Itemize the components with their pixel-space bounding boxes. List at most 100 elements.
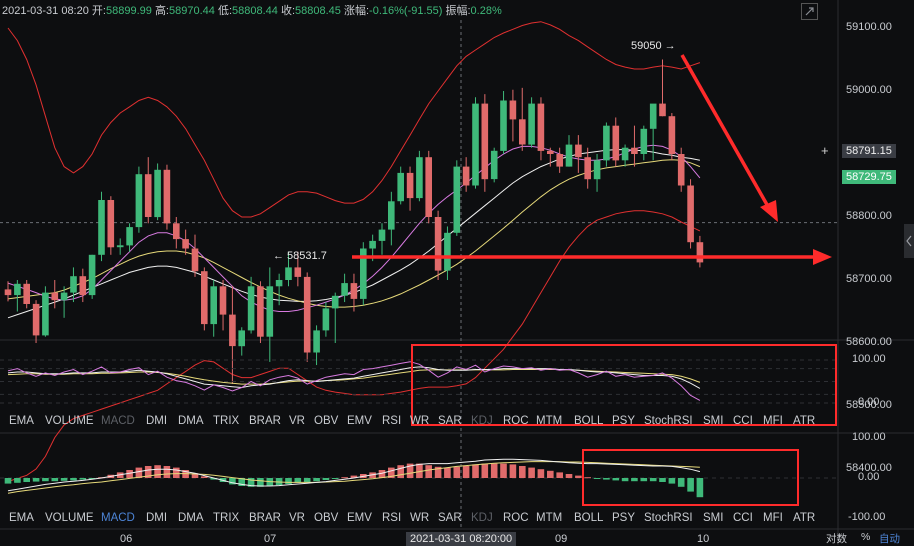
bottom-tab-rsi[interactable]: RSI (382, 512, 401, 524)
info-high: 58970.44 (169, 5, 215, 17)
middle-tab-smi[interactable]: SMI (703, 415, 723, 427)
add-crosshair-icon[interactable]: + (821, 143, 829, 158)
bottom-tab-boll[interactable]: BOLL (574, 512, 603, 524)
middle-tab-atr[interactable]: ATR (793, 415, 815, 427)
macd-hist-bar (303, 478, 311, 482)
middle-tab-obv[interactable]: OBV (314, 415, 338, 427)
bottom-tab-macd[interactable]: MACD (101, 512, 135, 524)
scroll-handle[interactable] (904, 224, 914, 258)
middle-tab-psy[interactable]: PSY (612, 415, 635, 427)
candle-body (659, 103, 666, 117)
fullscreen-icon[interactable] (801, 3, 818, 20)
boll-upper-line (7, 21, 701, 218)
middle-tab-vr[interactable]: VR (289, 415, 305, 427)
macd-hist-bar (32, 478, 40, 482)
middle-tab-rsi[interactable]: RSI (382, 415, 401, 427)
bottom-tab-mtm[interactable]: MTM (536, 512, 562, 524)
macd-hist-bar (51, 478, 59, 482)
candle-body (154, 169, 161, 218)
crosshair-price-tag: 58791.15 (842, 144, 896, 158)
middle-tab-mtm[interactable]: MTM (536, 415, 562, 427)
bottom-tab-dmi[interactable]: DMI (146, 512, 167, 524)
bottom-tab-sar[interactable]: SAR (438, 512, 462, 524)
macd-hist-bar (462, 466, 470, 478)
candle-body (247, 286, 255, 331)
candle-body (79, 276, 87, 296)
macd-hist-bar (285, 478, 292, 484)
bottom-tab-roc[interactable]: ROC (503, 512, 529, 524)
middle-tab-brar[interactable]: BRAR (249, 415, 281, 427)
middle-tab-wr[interactable]: WR (410, 415, 429, 427)
bottom-tab-brar[interactable]: BRAR (249, 512, 281, 524)
middle-tab-ema[interactable]: EMA (9, 415, 34, 427)
info-datetime: 2021-03-31 08:20 (2, 5, 89, 17)
candle-body (144, 174, 152, 217)
candle-body (266, 286, 274, 337)
bottom-tab-trix[interactable]: TRIX (213, 512, 239, 524)
bottom-tab-wr[interactable]: WR (410, 512, 429, 524)
middle-tab-boll[interactable]: BOLL (574, 415, 603, 427)
macd-hist-bar (60, 478, 68, 481)
bottom-tab-cci[interactable]: CCI (733, 512, 753, 524)
time-tick-label: 06 (120, 533, 133, 545)
candle-body (51, 292, 59, 301)
macd-hist-bar (444, 467, 451, 478)
bottom-tab-smi[interactable]: SMI (703, 512, 723, 524)
middle-tab-emv[interactable]: EMV (347, 415, 372, 427)
middle-tab-cci[interactable]: CCI (733, 415, 753, 427)
bottom-tab-dma[interactable]: DMA (178, 512, 204, 524)
candle-body (481, 103, 489, 180)
candle-body (547, 150, 554, 154)
osc-tick-label: 100.00 (852, 353, 886, 365)
macd-hist-bar (4, 478, 12, 484)
middle-tab-kdj[interactable]: KDJ (471, 415, 493, 427)
bottom-tab-psy[interactable]: PSY (612, 512, 635, 524)
bottom-tab-mfi[interactable]: MFI (763, 512, 783, 524)
candle-body (294, 267, 302, 277)
bottom-tab-vr[interactable]: VR (289, 512, 305, 524)
candle-body (257, 286, 264, 337)
candle-body (397, 172, 404, 202)
annotation-box-osc (411, 344, 837, 426)
bottom-tab-stochrsi[interactable]: StochRSI (644, 512, 693, 524)
middle-tab-stochrsi[interactable]: StochRSI (644, 415, 693, 427)
bottom-tab-volume[interactable]: VOLUME (45, 512, 94, 524)
time-tick-label: 10 (697, 533, 710, 545)
macd-hist-bar (79, 478, 87, 480)
macd-hist-bar (472, 464, 479, 478)
macd-hist-bar (397, 465, 404, 478)
info-amp-label: 振幅: (445, 5, 471, 17)
macd-hist-bar (612, 478, 620, 481)
middle-tab-sar[interactable]: SAR (438, 415, 462, 427)
candle-body (341, 283, 348, 296)
middle-tab-dma[interactable]: DMA (178, 415, 204, 427)
middle-tab-roc[interactable]: ROC (503, 415, 529, 427)
middle-tab-mfi[interactable]: MFI (763, 415, 783, 427)
middle-tab-macd[interactable]: MACD (101, 415, 135, 427)
bottom-tab-kdj[interactable]: KDJ (471, 512, 493, 524)
candle-body (23, 283, 30, 304)
annotation-arrow-down (680, 54, 772, 211)
macd-hist-bar (173, 467, 180, 478)
osc-line-2 (7, 366, 701, 389)
middle-tab-trix[interactable]: TRIX (213, 415, 239, 427)
candle-body (416, 157, 423, 199)
candle-body (444, 232, 451, 271)
middle-tab-dmi[interactable]: DMI (146, 415, 167, 427)
auto-scale-toggle[interactable]: 自动 (879, 531, 900, 546)
candle-body (201, 271, 208, 325)
middle-tab-volume[interactable]: VOLUME (45, 415, 94, 427)
bottom-tab-ema[interactable]: EMA (9, 512, 34, 524)
candle-body (107, 200, 115, 248)
ohlc-info-bar: 2021-03-31 08:20 开:58899.99 高:58970.44 低… (2, 2, 502, 18)
candle-body (565, 144, 573, 167)
log-scale-toggle[interactable]: 对数 (826, 531, 847, 546)
macd-hist-bar (603, 478, 610, 480)
info-low: 58808.44 (232, 5, 278, 17)
percent-scale-toggle[interactable]: % (861, 531, 870, 543)
bottom-tab-emv[interactable]: EMV (347, 512, 372, 524)
macd-hist-bar (547, 470, 554, 478)
bottom-tab-obv[interactable]: OBV (314, 512, 338, 524)
bottom-tab-atr[interactable]: ATR (793, 512, 815, 524)
candle-body (116, 245, 124, 248)
